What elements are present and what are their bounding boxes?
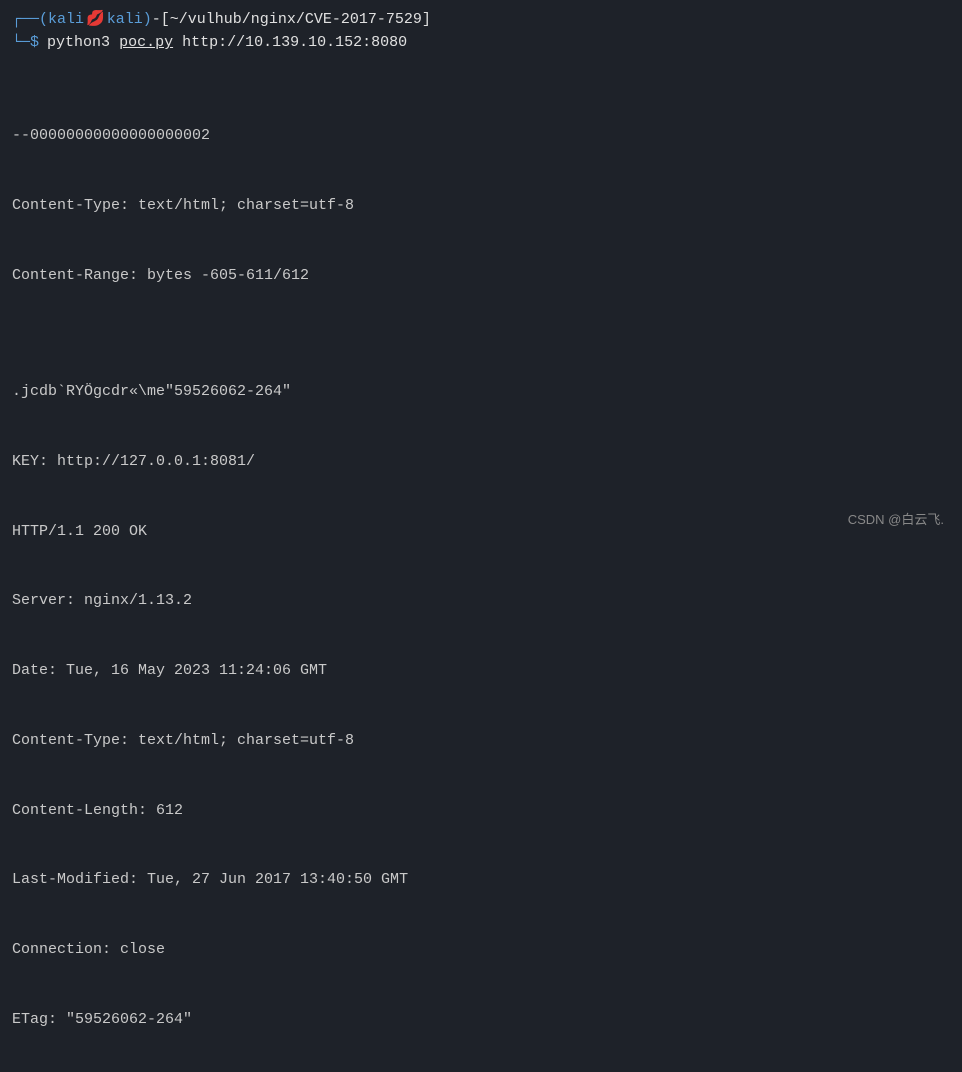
output-line: HTTP/1.1 200 OK bbox=[12, 520, 950, 543]
command-arg2: http://10.139.10.152:8080 bbox=[182, 31, 407, 54]
command-name: python3 bbox=[47, 31, 110, 54]
heart-icon: 💋 bbox=[86, 8, 105, 31]
prompt-line-1: ┌── ( kali 💋 kali ) - [ ~/vulhub/nginx/C… bbox=[12, 8, 950, 31]
output-line: ETag: "59526062-264" bbox=[12, 1008, 950, 1031]
output-line: --00000000000000000002 bbox=[12, 124, 950, 147]
bracket-close: ] bbox=[422, 8, 431, 31]
prompt-user: kali bbox=[48, 8, 84, 31]
prompt-line-2[interactable]: └─ $ python3 poc.py http://10.139.10.152… bbox=[12, 31, 950, 54]
box-top: ┌── bbox=[12, 8, 39, 31]
paren-close: ) bbox=[143, 8, 152, 31]
prompt-host: kali bbox=[107, 8, 143, 31]
prompt-dollar: $ bbox=[30, 31, 39, 54]
output-line: Server: nginx/1.13.2 bbox=[12, 589, 950, 612]
output-line: Content-Type: text/html; charset=utf-8 bbox=[12, 194, 950, 217]
dash: - bbox=[152, 8, 161, 31]
terminal-output: --00000000000000000002 Content-Type: tex… bbox=[12, 78, 950, 1072]
output-line: .jcdb`RYÖgcdr«\me"59526062-264" bbox=[12, 380, 950, 403]
watermark: CSDN @白云飞. bbox=[848, 510, 944, 530]
paren-open: ( bbox=[39, 8, 48, 31]
output-line: Content-Range: bytes -605-611/612 bbox=[12, 264, 950, 287]
command-arg1: poc.py bbox=[119, 31, 173, 54]
output-line: KEY: http://127.0.0.1:8081/ bbox=[12, 450, 950, 473]
bracket-open: [ bbox=[161, 8, 170, 31]
output-line: Connection: close bbox=[12, 938, 950, 961]
box-bottom: └─ bbox=[12, 31, 30, 54]
output-line: Content-Type: text/html; charset=utf-8 bbox=[12, 729, 950, 752]
output-line: Date: Tue, 16 May 2023 11:24:06 GMT bbox=[12, 659, 950, 682]
prompt-path: ~/vulhub/nginx/CVE-2017-7529 bbox=[170, 8, 422, 31]
blank-line bbox=[12, 55, 950, 78]
output-line: Content-Length: 612 bbox=[12, 799, 950, 822]
output-line: Last-Modified: Tue, 27 Jun 2017 13:40:50… bbox=[12, 868, 950, 891]
